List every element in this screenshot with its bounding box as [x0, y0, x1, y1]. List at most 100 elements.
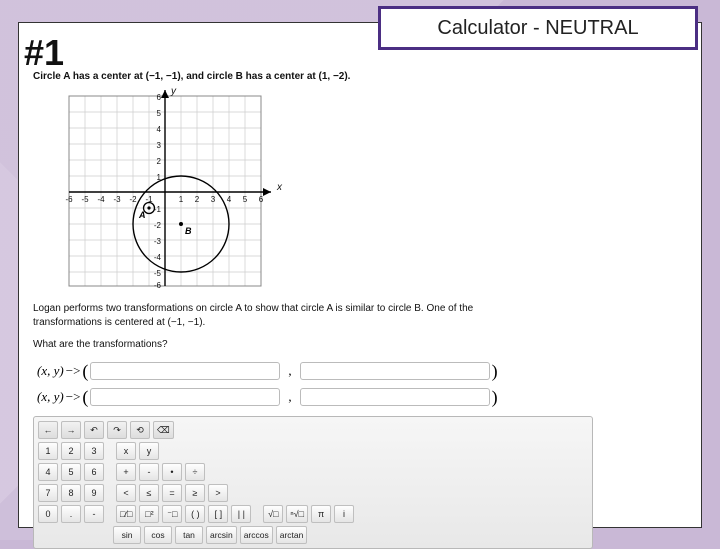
key-lt[interactable]: < — [116, 484, 136, 502]
paren-close: ) — [492, 390, 498, 404]
key-5[interactable]: 5 — [61, 463, 81, 481]
problem-intro: Circle A has a center at (−1, −1), and c… — [33, 71, 687, 82]
transformation-text: Logan performs two transformations on ci… — [33, 302, 687, 329]
toolbar-row-1: 1 2 3 x y — [38, 442, 588, 460]
key-minus[interactable]: - — [139, 463, 159, 481]
key-gt[interactable]: > — [208, 484, 228, 502]
key-dot-op[interactable]: • — [162, 463, 182, 481]
key-9[interactable]: 9 — [84, 484, 104, 502]
svg-text:3: 3 — [157, 141, 162, 150]
key-divide[interactable]: ÷ — [185, 463, 205, 481]
key-neg[interactable]: - — [84, 505, 104, 523]
key-parens[interactable]: ( ) — [185, 505, 205, 523]
key-3[interactable]: 3 — [84, 442, 104, 460]
svg-text:2: 2 — [195, 195, 200, 204]
key-1[interactable]: 1 — [38, 442, 58, 460]
key-abs[interactable]: | | — [231, 505, 251, 523]
mapping-lhs: (x, y) — [37, 389, 64, 405]
svg-text:-3: -3 — [113, 195, 121, 204]
nav-left-button[interactable]: ← — [38, 421, 58, 439]
paren-open: ( — [82, 390, 88, 404]
comma: , — [288, 389, 291, 405]
transform-line-2: transformations is centered at (−1, −1). — [33, 317, 205, 328]
equation-toolbar: ← → ↶ ↷ ⟲ ⌫ 1 2 3 x y 4 5 6 + - • ÷ 7 8 — [33, 416, 593, 549]
toolbar-row-5: sin cos tan arcsin arccos arctan — [38, 526, 588, 544]
key-sin[interactable]: sin — [113, 526, 141, 544]
svg-text:-4: -4 — [154, 253, 162, 262]
svg-text:-4: -4 — [97, 195, 105, 204]
transformation-1-y-input[interactable] — [300, 362, 490, 380]
svg-text:5: 5 — [157, 109, 162, 118]
toolbar-nav-row: ← → ↶ ↷ ⟲ ⌫ — [38, 421, 588, 439]
svg-text:6: 6 — [259, 195, 264, 204]
arrow-icon: −> — [66, 389, 81, 405]
svg-text:5: 5 — [243, 195, 248, 204]
svg-text:1: 1 — [179, 195, 184, 204]
transformation-2-x-input[interactable] — [90, 388, 280, 406]
question-card: Circle A has a center at (−1, −1), and c… — [18, 22, 702, 528]
key-0[interactable]: 0 — [38, 505, 58, 523]
key-arccos[interactable]: arccos — [240, 526, 273, 544]
key-fraction[interactable]: □⁄□ — [116, 505, 136, 523]
svg-text:6: 6 — [157, 93, 162, 102]
svg-text:-2: -2 — [129, 195, 137, 204]
nav-right-button[interactable]: → — [61, 421, 81, 439]
key-4[interactable]: 4 — [38, 463, 58, 481]
svg-text:3: 3 — [211, 195, 216, 204]
svg-text:2: 2 — [157, 157, 162, 166]
graph-container: -6-5-4-3-2-1 123456 654321 -1-2-3-4-5-6 … — [33, 86, 687, 296]
comma: , — [288, 363, 291, 379]
x-axis-label: x — [276, 182, 283, 193]
toolbar-row-3: 7 8 9 < ≤ = ≥ > — [38, 484, 588, 502]
undo-button[interactable]: ↶ — [84, 421, 104, 439]
key-ge[interactable]: ≥ — [185, 484, 205, 502]
key-cos[interactable]: cos — [144, 526, 172, 544]
svg-text:-1: -1 — [154, 205, 162, 214]
svg-text:4: 4 — [157, 125, 162, 134]
key-6[interactable]: 6 — [84, 463, 104, 481]
paren-close: ) — [492, 364, 498, 378]
key-brackets[interactable]: [ ] — [208, 505, 228, 523]
transform-line-1: Logan performs two transformations on ci… — [33, 303, 473, 314]
key-x[interactable]: x — [116, 442, 136, 460]
svg-text:-6: -6 — [154, 281, 162, 290]
circle-B-label: B — [185, 226, 192, 236]
key-y[interactable]: y — [139, 442, 159, 460]
svg-text:4: 4 — [227, 195, 232, 204]
svg-text:-2: -2 — [154, 221, 162, 230]
circle-A-label: A — [138, 210, 146, 220]
key-le[interactable]: ≤ — [139, 484, 159, 502]
mapping-row-2: (x, y) −> ( , ) — [37, 388, 687, 406]
paren-open: ( — [82, 364, 88, 378]
key-arctan[interactable]: arctan — [276, 526, 308, 544]
arrow-icon: −> — [66, 363, 81, 379]
question-number: #1 — [24, 32, 64, 74]
y-axis-label: y — [170, 86, 177, 97]
transformation-1-x-input[interactable] — [90, 362, 280, 380]
key-eq[interactable]: = — [162, 484, 182, 502]
key-nroot[interactable]: ⁿ√□ — [286, 505, 308, 523]
key-neg-exp[interactable]: ⁻□ — [162, 505, 182, 523]
key-7[interactable]: 7 — [38, 484, 58, 502]
key-plus[interactable]: + — [116, 463, 136, 481]
toolbar-row-2: 4 5 6 + - • ÷ — [38, 463, 588, 481]
calculator-tag: Calculator - NEUTRAL — [378, 6, 698, 50]
key-sqrt[interactable]: √□ — [263, 505, 283, 523]
key-2[interactable]: 2 — [61, 442, 81, 460]
mapping-lhs: (x, y) — [37, 363, 64, 379]
key-decimal[interactable]: . — [61, 505, 81, 523]
key-square[interactable]: □² — [139, 505, 159, 523]
coordinate-graph: -6-5-4-3-2-1 123456 654321 -1-2-3-4-5-6 … — [39, 86, 294, 296]
mapping-row-1: (x, y) −> ( , ) — [37, 362, 687, 380]
key-8[interactable]: 8 — [61, 484, 81, 502]
key-tan[interactable]: tan — [175, 526, 203, 544]
question-text: What are the transformations? — [33, 339, 687, 350]
reset-button[interactable]: ⟲ — [130, 421, 150, 439]
key-pi[interactable]: π — [311, 505, 331, 523]
svg-text:-6: -6 — [65, 195, 73, 204]
transformation-2-y-input[interactable] — [300, 388, 490, 406]
key-arcsin[interactable]: arcsin — [206, 526, 237, 544]
backspace-button[interactable]: ⌫ — [153, 421, 174, 439]
redo-button[interactable]: ↷ — [107, 421, 127, 439]
key-i[interactable]: i — [334, 505, 354, 523]
